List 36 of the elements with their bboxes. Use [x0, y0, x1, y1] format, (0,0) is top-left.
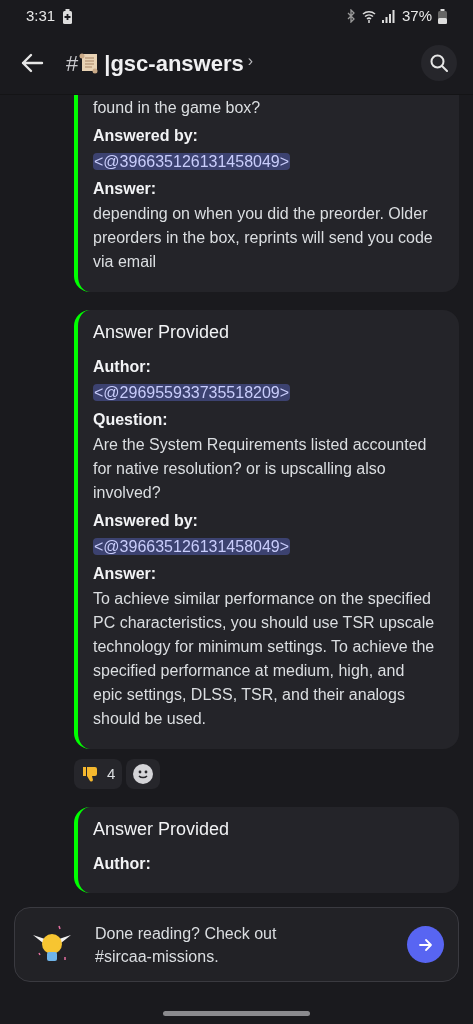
- thumbs-down-icon: [81, 765, 99, 783]
- user-mention[interactable]: <@396635126131458049>: [93, 538, 291, 555]
- banner-text: Done reading? Check out #sircaa-missions.: [95, 923, 278, 967]
- chevron-icon[interactable]: ›: [247, 49, 254, 73]
- field-value: depending on when you did the preorder. Older preorders in the box, reprints will send you code via email: [93, 204, 434, 272]
- add-reaction-button[interactable]: [126, 759, 161, 789]
- search-button[interactable]: [421, 45, 457, 81]
- field-label: Author:: [93, 854, 152, 874]
- field-label: Author:: [93, 357, 152, 377]
- back-arrow-icon[interactable]: [20, 53, 44, 73]
- go-button[interactable]: [407, 926, 444, 963]
- user-mention[interactable]: <@396635126131458049>: [93, 153, 291, 170]
- battery-charging-icon: [63, 8, 73, 24]
- smiley-icon: [133, 764, 154, 784]
- status-time: 3:31: [26, 5, 56, 26]
- field-value: Are the System Requirements listed accounted for native resolution? or is upscalling also involved?: [93, 435, 428, 503]
- wifi-icon: [361, 9, 376, 23]
- field-label: Answered by:: [93, 126, 199, 146]
- field-label: Question:: [93, 410, 169, 430]
- embed-title: Answer Provided: [93, 818, 231, 841]
- signal-icon: [381, 9, 396, 23]
- field-label: Answer:: [93, 564, 158, 584]
- field-label: Answer:: [93, 179, 158, 199]
- field-value: found in the game box?: [93, 98, 262, 118]
- user-mention[interactable]: <@296955933735518209>: [93, 384, 291, 401]
- channel-name[interactable]: |gsc-answers: [104, 46, 244, 80]
- bluetooth-icon: [346, 9, 356, 23]
- search-icon: [430, 54, 448, 72]
- field-label: Answered by:: [93, 511, 199, 531]
- field-value: To achieve similar performance on the specified PC characteristics, you should use TSR upscale technology for minimum settings. To achieve the specified performance at medium, high, and epic settings, DLSS, TSR, and their analogs should be used.: [93, 589, 436, 729]
- arrow-right-icon: [418, 937, 433, 952]
- embed-title: Answer Provided: [93, 321, 231, 344]
- reaction-button[interactable]: 4: [74, 759, 123, 789]
- channel-hash: #: [66, 49, 79, 78]
- battery-icon: [438, 8, 447, 24]
- battery-percent: 37%: [401, 5, 432, 26]
